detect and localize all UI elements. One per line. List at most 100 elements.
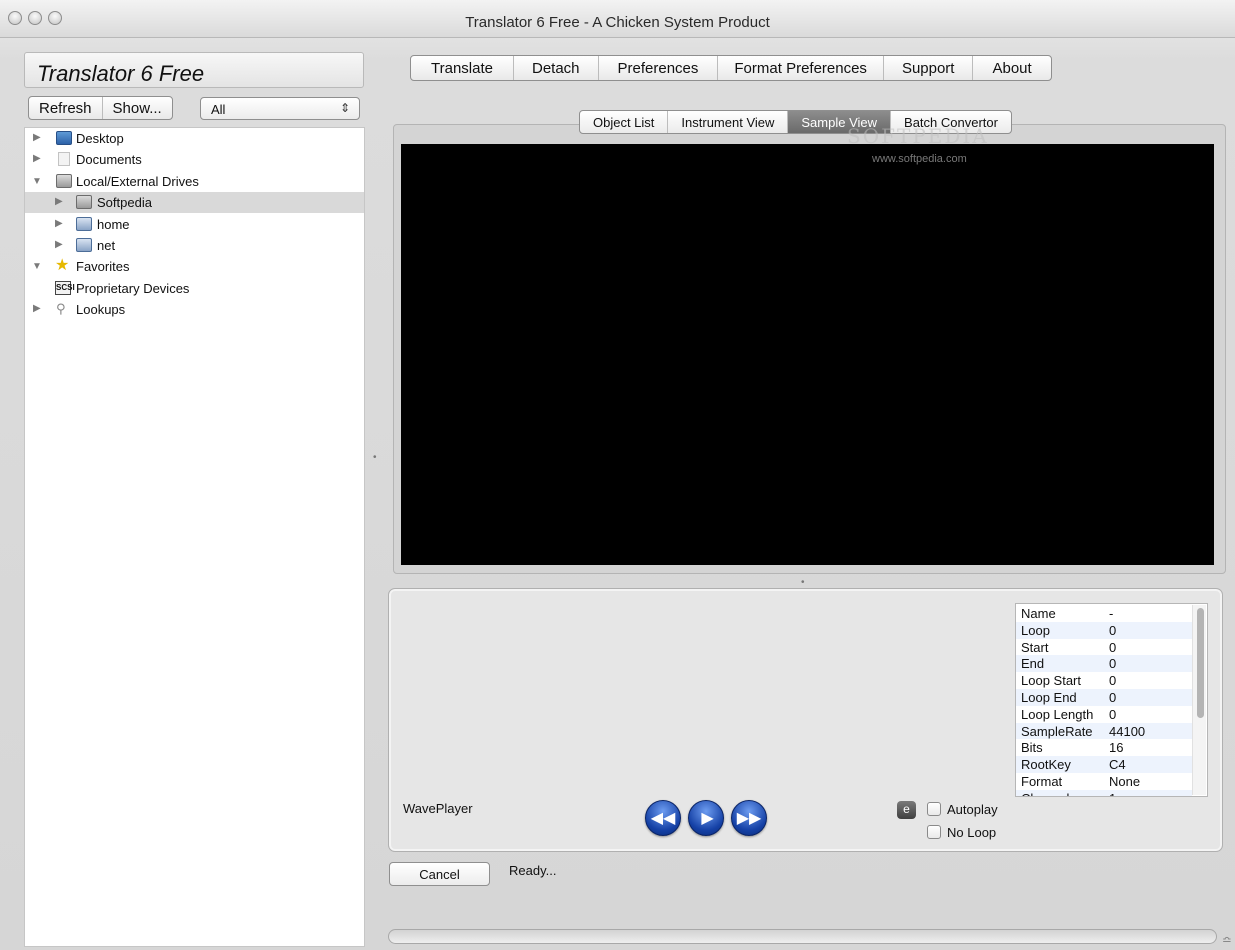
property-key: RootKey xyxy=(1021,757,1071,773)
horizontal-splitter-handle[interactable]: • xyxy=(801,577,805,588)
show-button[interactable]: Show... xyxy=(103,97,172,119)
table-row: Loop Length 0 xyxy=(1016,706,1192,723)
waveform-display[interactable] xyxy=(401,144,1214,565)
progress-bar xyxy=(388,929,1217,944)
app-window: Translator 6 Free - A Chicken System Pro… xyxy=(0,0,1235,950)
tab-instrument-view[interactable]: Instrument View xyxy=(668,111,789,133)
play-icon: ▶ xyxy=(701,810,714,827)
property-key: Format xyxy=(1021,774,1063,789)
property-value: 0 xyxy=(1109,690,1117,705)
vertical-splitter-handle[interactable]: • xyxy=(373,452,377,463)
sample-properties-table[interactable]: Name - Loop 0 Start 0 End 0 Loop Start 0 Loop… xyxy=(1015,603,1208,797)
translate-button[interactable]: Translate xyxy=(411,56,514,80)
property-key: Loop End xyxy=(1021,690,1077,705)
property-value: None xyxy=(1109,774,1141,789)
watermark-url: www.softpedia.com xyxy=(872,153,967,165)
network-drive-icon xyxy=(76,238,92,252)
wave-player-label: WavePlayer xyxy=(403,801,473,816)
properties-scrollbar[interactable] xyxy=(1192,605,1206,795)
title-bar: Translator 6 Free - A Chicken System Pro… xyxy=(0,0,1235,38)
property-key: Bits xyxy=(1021,740,1043,756)
detach-button[interactable]: Detach xyxy=(514,56,599,80)
disclosure-triangle-icon[interactable]: ▶ xyxy=(55,218,67,229)
tree-item-softpedia[interactable]: ▶ Softpedia xyxy=(25,192,364,214)
tree-item-label: Documents xyxy=(76,152,142,168)
network-drive-icon xyxy=(76,216,92,231)
filter-select-value: All xyxy=(211,102,226,117)
disclosure-triangle-icon[interactable]: ▶ xyxy=(55,239,67,250)
properties-scrollbar-thumb[interactable] xyxy=(1197,608,1204,718)
property-value: - xyxy=(1109,606,1114,621)
tree-item-home[interactable]: ▶ home xyxy=(25,214,364,235)
table-row: SampleRate 44100 xyxy=(1016,722,1192,740)
about-button[interactable]: About xyxy=(973,56,1050,80)
app-title: Translator 6 Free xyxy=(37,61,205,86)
watermark-brand: SOFTPEDIA xyxy=(847,124,989,148)
table-row: Channels 1 xyxy=(1016,789,1192,796)
table-row: Format None xyxy=(1016,773,1192,790)
property-value: 0 xyxy=(1109,673,1117,689)
property-key: Name xyxy=(1021,606,1056,621)
refresh-button[interactable]: Refresh xyxy=(29,97,103,119)
tree-item-desktop[interactable]: ▶ Desktop xyxy=(25,128,364,149)
tree-item-local-drives[interactable]: ▼ Local/External Drives xyxy=(25,171,364,192)
property-key: End xyxy=(1021,656,1045,672)
property-value: C4 xyxy=(1109,757,1126,773)
autoplay-label: Autoplay xyxy=(947,802,998,817)
drive-icon xyxy=(76,195,92,210)
no-loop-checkbox[interactable] xyxy=(927,825,941,839)
disclosure-triangle-icon[interactable]: ▶ xyxy=(55,196,67,207)
table-row: Start 0 xyxy=(1016,639,1192,656)
window-title: Translator 6 Free - A Chicken System Pro… xyxy=(465,14,770,31)
updown-arrows-icon: ⇕ xyxy=(339,101,350,115)
play-button[interactable]: ▶ xyxy=(688,800,724,836)
format-preferences-button[interactable]: Format Preferences xyxy=(718,56,884,80)
resize-grip-icon[interactable]: ≏ xyxy=(1222,933,1232,947)
table-row: Loop End 0 xyxy=(1016,689,1192,706)
property-value: 0 xyxy=(1109,622,1117,638)
property-key: Loop xyxy=(1021,622,1050,638)
tree-item-favorites[interactable]: ▼ ★ Favorites xyxy=(25,256,364,277)
disclosure-triangle-icon[interactable]: ▶ xyxy=(33,303,45,314)
support-button[interactable]: Support xyxy=(884,56,974,80)
table-row: RootKey C4 xyxy=(1016,756,1192,773)
file-browser-tree[interactable]: ▶ Desktop ▶ Documents ▼ Local/External D… xyxy=(24,127,365,947)
fast-forward-button[interactable]: ▶▶ xyxy=(731,800,767,836)
property-value: 0 xyxy=(1109,706,1117,722)
cancel-button[interactable]: Cancel xyxy=(389,862,490,886)
main-toolbar: Translate Detach Preferences Format Pref… xyxy=(410,55,1052,81)
tree-item-documents[interactable]: ▶ Documents xyxy=(25,149,364,170)
browser-controls: Refresh Show... xyxy=(28,96,173,120)
tree-item-label: home xyxy=(97,216,130,232)
preferences-button[interactable]: Preferences xyxy=(599,56,719,80)
tree-item-proprietary-devices[interactable]: SCSI Proprietary Devices xyxy=(25,278,364,299)
documents-icon xyxy=(58,152,70,167)
disclosure-triangle-open-icon[interactable]: ▼ xyxy=(32,176,44,187)
disclosure-triangle-icon[interactable]: ▶ xyxy=(33,153,45,164)
table-row: Loop Start 0 xyxy=(1016,672,1192,689)
property-key: Start xyxy=(1021,639,1049,655)
status-text: Ready... xyxy=(509,863,557,878)
rewind-button[interactable]: ◀◀ xyxy=(645,800,681,836)
no-loop-label: No Loop xyxy=(947,825,997,840)
scsi-icon: SCSI xyxy=(55,280,75,295)
table-row: End 0 xyxy=(1016,655,1192,673)
table-row: Loop 0 xyxy=(1016,621,1192,639)
app-title-box: Translator 6 Free xyxy=(24,52,364,88)
tree-item-lookups[interactable]: ▶ ⚲ Lookups xyxy=(25,299,364,320)
autoplay-checkbox[interactable] xyxy=(927,802,941,816)
tree-item-label: net xyxy=(97,238,116,253)
filter-select[interactable]: All ⇕ xyxy=(200,97,360,120)
tree-item-label: Proprietary Devices xyxy=(76,280,190,296)
fast-forward-icon: ▶▶ xyxy=(736,810,762,827)
tree-item-label: Local/External Drives xyxy=(76,173,199,189)
desktop-icon xyxy=(56,131,72,145)
tree-item-net[interactable]: ▶ net xyxy=(25,235,364,256)
property-value: 44100 xyxy=(1109,723,1146,739)
disclosure-triangle-open-icon[interactable]: ▼ xyxy=(32,261,44,272)
tab-object-list[interactable]: Object List xyxy=(580,111,669,133)
property-value: 16 xyxy=(1109,740,1124,756)
rewind-icon: ◀◀ xyxy=(650,810,676,827)
edit-e-icon[interactable]: e xyxy=(897,801,916,819)
disclosure-triangle-icon[interactable]: ▶ xyxy=(33,132,45,143)
